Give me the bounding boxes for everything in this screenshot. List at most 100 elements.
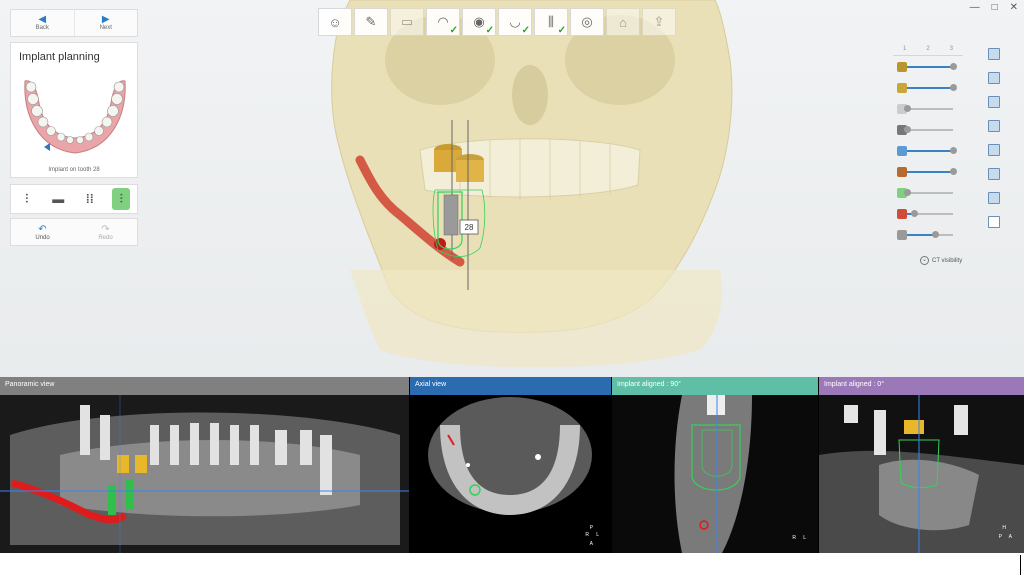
multi-implant-icon: ⁞⁞ — [85, 192, 94, 206]
ct-threshold-icon[interactable] — [897, 229, 907, 240]
sleeve-visibility-icon[interactable] — [897, 145, 907, 156]
orientation-h: H — [1002, 525, 1006, 531]
workflow-step-scan[interactable]: ▭ — [390, 8, 424, 36]
aligned-90-header: Implant aligned : 90° — [612, 377, 818, 395]
checkmark-icon: ✓ — [521, 25, 530, 36]
workflow-step-crown[interactable]: ◉ ✓ — [462, 8, 496, 36]
back-button[interactable]: ◀ Back — [11, 10, 74, 36]
scissors-icon[interactable] — [897, 208, 907, 219]
visibility-row-scissors — [893, 203, 963, 224]
visibility-row-nerve-visibility — [893, 182, 963, 203]
slider-knob[interactable] — [950, 84, 957, 91]
status-strip — [0, 553, 1024, 576]
visibility-row-crown-visibility — [893, 77, 963, 98]
view-back-icon[interactable] — [988, 72, 1000, 84]
slider-knob[interactable] — [904, 189, 911, 196]
visibility-slider[interactable] — [907, 231, 953, 238]
3d-viewport[interactable]: 28 — [320, 0, 760, 376]
orientation-r2: R — [792, 535, 796, 541]
sleeve-icon: ⌂ — [619, 14, 627, 30]
view-bottom-icon[interactable] — [988, 168, 1000, 180]
ct-visibility-label: CT visibility — [932, 257, 963, 264]
implant-caption: Implant on tooth 28 — [48, 167, 100, 173]
visibility-slider[interactable] — [904, 126, 953, 133]
workflow-step-patient[interactable]: ☺ — [318, 8, 352, 36]
visibility-slider[interactable] — [907, 63, 957, 70]
visibility-slider[interactable] — [907, 147, 957, 154]
selected-implant-button[interactable]: ⫶ — [112, 188, 131, 210]
axial-view[interactable]: Axial view P R L A — [410, 377, 611, 553]
history-bar: ↶ Undo ↷ Redo — [10, 218, 138, 246]
single-implant-button[interactable]: ⫶ — [18, 188, 36, 210]
arrow-left-icon: ◀ — [38, 14, 47, 25]
slider-knob[interactable] — [950, 147, 957, 154]
workflow-step-sleeve[interactable]: ⌂ — [606, 8, 640, 36]
redo-label: Redo — [98, 234, 113, 241]
next-button[interactable]: ▶ Next — [73, 10, 138, 36]
view-front-icon[interactable] — [988, 48, 1000, 60]
view-left-icon[interactable] — [988, 96, 1000, 108]
aligned-90-image — [612, 395, 818, 553]
slider-knob[interactable] — [904, 126, 911, 133]
view-top-icon[interactable] — [988, 144, 1000, 156]
tab-1[interactable]: 1 — [903, 46, 906, 55]
workflow-step-export[interactable]: ⇪ — [642, 8, 676, 36]
visibility-slider[interactable] — [907, 210, 953, 217]
crown-visibility-icon[interactable] — [897, 82, 907, 93]
lower-jaw-thumbnail[interactable] — [19, 71, 131, 163]
view-tools — [988, 48, 1000, 228]
slider-knob[interactable] — [950, 168, 957, 175]
zoom-fit-icon[interactable] — [988, 216, 1000, 228]
workflow-step-lower-jaw[interactable]: ◡ ✓ — [498, 8, 532, 36]
slider-knob[interactable] — [904, 105, 911, 112]
patient-icon: ☺ — [328, 14, 342, 30]
abutment-icon[interactable] — [897, 61, 907, 72]
implant-type-selector: ⫶ ▬ ⁞⁞ ⫶ — [10, 184, 138, 214]
slider-knob[interactable] — [950, 63, 957, 70]
single-implant-icon: ⫶ — [25, 191, 29, 206]
slice-views: Panoramic view Axial view P R L A Implan… — [0, 377, 1024, 553]
slider-fill — [907, 66, 953, 68]
close-button[interactable]: ✕ — [1010, 2, 1018, 13]
workflow-step-guide[interactable]: ◎ — [570, 8, 604, 36]
redo-button[interactable]: ↷ Redo — [74, 219, 137, 245]
visibility-slider[interactable] — [904, 105, 953, 112]
aligned-0-title: Implant aligned : 0° — [824, 381, 885, 388]
visibility-slider[interactable] — [904, 189, 953, 196]
visibility-slider[interactable] — [907, 168, 957, 175]
multi-implant-button[interactable]: ⁞⁞ — [81, 188, 99, 210]
checkmark-icon: ✓ — [485, 25, 494, 36]
maximize-button[interactable]: □ — [992, 2, 998, 13]
aligned-0-image — [819, 395, 1024, 553]
slider-knob[interactable] — [910, 210, 918, 217]
minimize-button[interactable]: — — [970, 2, 980, 13]
workflow-step-implant[interactable]: ⫼ ✓ — [534, 8, 568, 36]
orientation-l2: L — [803, 535, 806, 541]
ct-visibility-toggle[interactable]: ⌄ CT visibility — [920, 256, 962, 265]
slider-fill — [907, 87, 953, 89]
implant-aligned-90-view[interactable]: Implant aligned : 90° R L — [612, 377, 818, 553]
measure-icon[interactable] — [988, 192, 1000, 204]
upper-jaw-icon: ◠ — [437, 14, 449, 29]
orientation-p: P — [589, 525, 593, 531]
panel-title: Implant planning — [19, 51, 100, 63]
workflow-toolbar: ☺ ✎ ▭ ◠ ✓ ◉ ✓ ◡ ✓ ⫼ ✓ ◎ ⌂ ⇪ — [318, 8, 676, 36]
workflow-step-upper-jaw[interactable]: ◠ ✓ — [426, 8, 460, 36]
implant-visibility-icon[interactable] — [897, 166, 907, 177]
tab-3[interactable]: 3 — [950, 46, 953, 55]
implant-aligned-0-view[interactable]: Implant aligned : 0° H P A — [819, 377, 1024, 553]
panoramic-view-title: Panoramic view — [5, 381, 55, 388]
visibility-panel: 1 2 3 — [893, 46, 963, 245]
tab-2[interactable]: 2 — [926, 46, 929, 55]
lower-jaw-icon: ◡ — [509, 14, 521, 29]
workflow-step-prescription[interactable]: ✎ — [354, 8, 388, 36]
undo-button[interactable]: ↶ Undo — [11, 219, 74, 245]
slider-knob[interactable] — [931, 231, 939, 238]
sleeve-component-button[interactable]: ▬ — [49, 188, 67, 210]
view-right-icon[interactable] — [988, 120, 1000, 132]
visibility-tabs: 1 2 3 — [893, 46, 963, 56]
guide-icon: ◎ — [581, 14, 593, 29]
visibility-slider[interactable] — [907, 84, 957, 91]
panoramic-view[interactable]: Panoramic view — [0, 377, 409, 553]
axial-view-title: Axial view — [415, 381, 447, 388]
